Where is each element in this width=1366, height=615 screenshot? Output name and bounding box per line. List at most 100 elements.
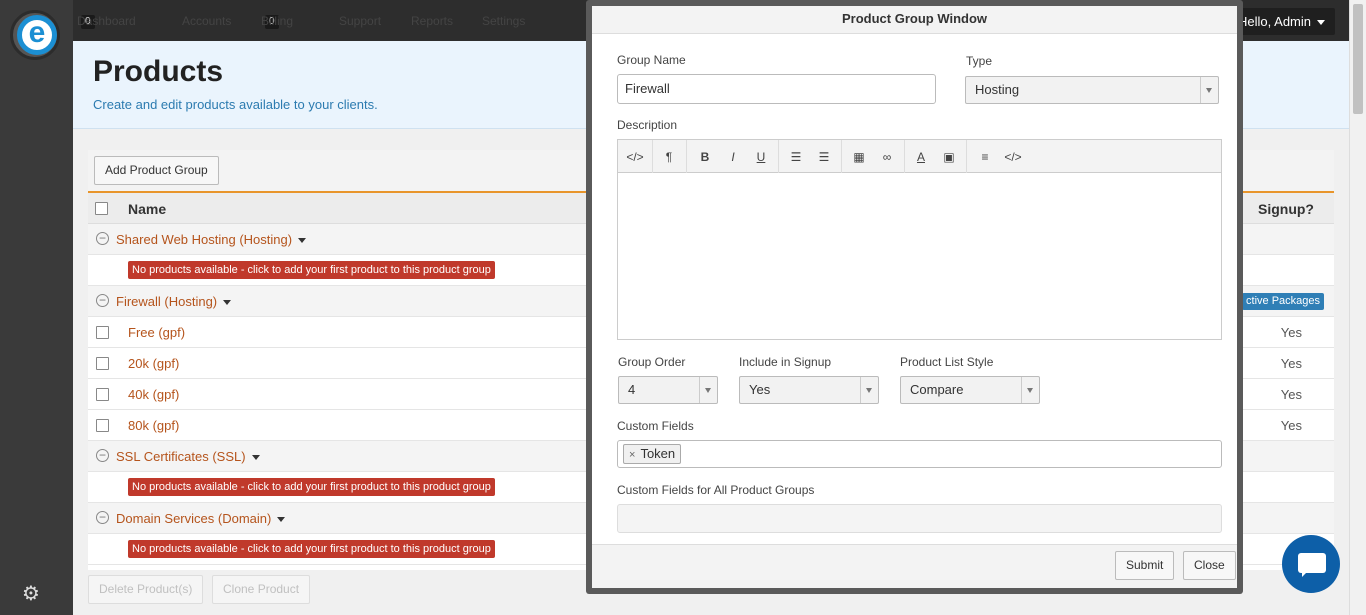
group-order-value: 4 [628, 382, 636, 397]
chevron-down-icon [699, 377, 717, 403]
chevron-down-icon[interactable] [277, 517, 286, 523]
delete-products-button[interactable]: Delete Product(s) [88, 575, 204, 604]
product-name[interactable]: 20k (gpf) [128, 356, 179, 371]
group-name[interactable]: Domain Services (Domain) [116, 511, 286, 526]
group-name[interactable]: SSL Certificates (SSL) [116, 449, 260, 464]
toolbar-divider [904, 140, 905, 173]
custom-fields-all-label: Custom Fields for All Product Groups [617, 483, 815, 497]
product-name[interactable]: 80k (gpf) [128, 418, 179, 433]
nav-support-label: Support [339, 14, 382, 28]
align-icon[interactable]: ≡ [974, 148, 996, 166]
group-name-label: Firewall (Hosting) [116, 294, 218, 309]
group-name-input[interactable]: Firewall [617, 74, 936, 104]
description-editor[interactable]: </> ¶ B I U ☰ ☰ ▦ ∞ A ▣ ≡ </> [617, 139, 1222, 340]
empty-group-message[interactable]: No products available - click to add you… [128, 540, 495, 558]
bullet-list-icon[interactable]: ☰ [785, 148, 807, 166]
row-checkbox[interactable] [96, 419, 109, 432]
chat-bubble-tail [1302, 571, 1308, 577]
group-name[interactable]: Firewall (Hosting) [116, 294, 232, 309]
nav-dashboard[interactable]: Dashboard 0 [77, 0, 136, 41]
include-signup-select[interactable]: Yes [739, 376, 879, 404]
nav-dashboard-label: Dashboard [77, 14, 136, 28]
chevron-down-icon[interactable] [298, 238, 307, 244]
empty-group-message[interactable]: No products available - click to add you… [128, 261, 495, 279]
group-name-label: SSL Certificates (SSL) [116, 449, 246, 464]
collapse-icon[interactable]: − [96, 232, 109, 245]
toolbar-divider [966, 140, 967, 173]
logo-icon: e [17, 15, 57, 55]
submit-button[interactable]: Submit [1115, 551, 1175, 580]
collapse-icon[interactable]: − [96, 449, 109, 462]
signup-value: Yes [1280, 325, 1302, 340]
select-all-checkbox[interactable] [95, 202, 108, 215]
modal-title[interactable]: Product Group Window [592, 6, 1237, 34]
close-button[interactable]: Close [1183, 551, 1236, 580]
user-menu-button[interactable]: Hello, Admin [1228, 8, 1335, 35]
signup-value: Yes [1280, 418, 1302, 433]
packages-badge[interactable]: ctive Packages [1242, 293, 1324, 310]
custom-fields-input[interactable]: × Token [617, 440, 1222, 468]
page-subtitle: Create and edit products available to yo… [93, 97, 378, 112]
chevron-down-icon[interactable] [251, 455, 260, 461]
modal-footer: Submit Close [592, 544, 1237, 588]
numbered-list-icon[interactable]: ☰ [813, 148, 835, 166]
chevron-down-icon[interactable] [223, 300, 232, 306]
list-style-value: Compare [910, 382, 964, 397]
highlight-icon[interactable]: ▣ [938, 148, 960, 166]
logo[interactable]: e [10, 10, 60, 60]
chevron-down-icon [860, 377, 878, 403]
group-name-label: Group Name [617, 53, 686, 67]
row-checkbox[interactable] [96, 388, 109, 401]
group-name-label: Shared Web Hosting (Hosting) [116, 232, 293, 247]
toolbar-divider [652, 140, 653, 173]
clone-product-button[interactable]: Clone Product [212, 575, 311, 604]
row-checkbox[interactable] [96, 357, 109, 370]
product-name[interactable]: Free (gpf) [128, 325, 185, 340]
nav-billing-label: Billing [261, 14, 294, 28]
signup-value: Yes [1280, 387, 1302, 402]
font-color-icon[interactable]: A [910, 148, 932, 166]
toolbar-divider [778, 140, 779, 173]
group-name[interactable]: Shared Web Hosting (Hosting) [116, 232, 307, 247]
table-icon[interactable]: ▦ [848, 148, 870, 166]
modal-body: Product Group Window Group Name Firewall… [592, 6, 1237, 588]
nav-accounts-label: Accounts [182, 14, 232, 28]
chat-help-button[interactable] [1282, 535, 1340, 593]
gear-icon[interactable]: ⚙ [20, 583, 42, 605]
left-rail: e ⚙ [0, 0, 73, 615]
editor-toolbar: </> ¶ B I U ☰ ☰ ▦ ∞ A ▣ ≡ </> [618, 140, 1221, 173]
list-style-label: Product List Style [900, 355, 994, 369]
collapse-icon[interactable]: − [96, 294, 109, 307]
underline-icon[interactable]: U [750, 148, 772, 166]
source-icon[interactable]: </> [1002, 148, 1024, 166]
user-greeting: Hello, Admin [1238, 14, 1311, 29]
type-select[interactable]: Hosting [965, 76, 1219, 104]
italic-icon[interactable]: I [722, 148, 744, 166]
custom-fields-all-input [617, 504, 1222, 533]
add-product-group-button[interactable]: Add Product Group [94, 156, 219, 185]
link-icon[interactable]: ∞ [876, 148, 898, 166]
custom-fields-label: Custom Fields [617, 419, 694, 433]
group-order-select[interactable]: 4 [618, 376, 718, 404]
type-label: Type [966, 54, 993, 68]
code-view-icon[interactable]: </> [624, 148, 646, 166]
empty-group-message[interactable]: No products available - click to add you… [128, 478, 495, 496]
row-checkbox[interactable] [96, 326, 109, 339]
scrollbar-thumb[interactable] [1353, 4, 1363, 114]
group-name-label: Domain Services (Domain) [116, 511, 272, 526]
list-style-select[interactable]: Compare [900, 376, 1040, 404]
product-name[interactable]: 40k (gpf) [128, 387, 179, 402]
toolbar-divider [841, 140, 842, 173]
nav-settings-label: Settings [482, 0, 526, 46]
collapse-icon[interactable]: − [96, 511, 109, 524]
chevron-down-icon [1021, 377, 1039, 403]
scrollbar[interactable] [1349, 0, 1366, 615]
nav-billing[interactable]: Billing 0 [261, 0, 293, 41]
toolbar-divider [686, 140, 687, 173]
remove-tag-icon[interactable]: × [629, 449, 635, 461]
type-select-value: Hosting [975, 82, 1020, 97]
page-title: Products [93, 55, 224, 88]
bold-icon[interactable]: B [694, 148, 716, 166]
custom-field-tag: × Token [623, 444, 682, 464]
paragraph-icon[interactable]: ¶ [658, 148, 680, 166]
